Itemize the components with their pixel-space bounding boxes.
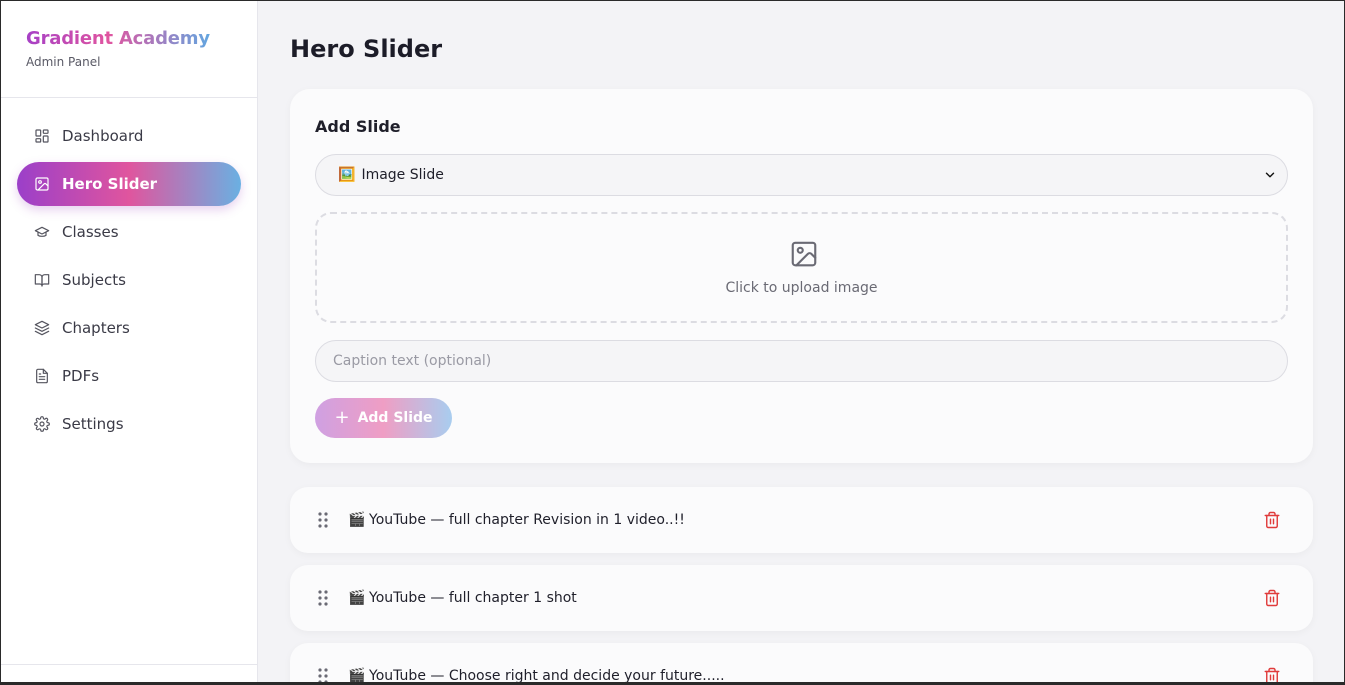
add-slide-button[interactable]: + Add Slide xyxy=(315,398,452,438)
sidebar-item-label: Subjects xyxy=(62,271,126,289)
list-item: 🎬 YouTube — full chapter Revision in 1 v… xyxy=(290,487,1313,553)
sidebar-item-label: Hero Slider xyxy=(62,175,158,193)
sidebar-item-classes[interactable]: Classes xyxy=(17,210,241,254)
drag-handle-icon[interactable] xyxy=(316,589,330,607)
sidebar-footer-divider xyxy=(1,664,257,665)
layers-icon xyxy=(34,320,50,336)
list-item: 🎬 YouTube — full chapter 1 shot xyxy=(290,565,1313,631)
slide-label: YouTube — full chapter Revision in 1 vid… xyxy=(369,512,685,528)
trash-icon[interactable] xyxy=(1263,589,1281,607)
brand-title: Gradient Academy xyxy=(26,28,210,49)
sidebar: Gradient Academy Admin Panel Dashboard H… xyxy=(1,1,258,682)
clapperboard-icon: 🎬 xyxy=(348,668,366,684)
book-open-icon xyxy=(34,272,50,288)
slide-label: YouTube — full chapter 1 shot xyxy=(369,590,577,606)
brand: Gradient Academy Admin Panel xyxy=(1,1,257,98)
sidebar-item-settings[interactable]: Settings xyxy=(17,402,241,446)
image-icon xyxy=(34,176,50,192)
sidebar-item-subjects[interactable]: Subjects xyxy=(17,258,241,302)
page-title: Hero Slider xyxy=(290,35,443,63)
slide-type-value: Image Slide xyxy=(361,167,444,183)
main-content: Hero Slider Add Slide 🖼️ Image Slide Cli… xyxy=(258,1,1344,684)
list-item: 🎬 YouTube — Choose right and decide your… xyxy=(290,643,1313,684)
trash-icon[interactable] xyxy=(1263,511,1281,529)
clapperboard-icon: 🎬 xyxy=(348,590,366,606)
sidebar-item-label: Dashboard xyxy=(62,127,144,145)
image-upload-icon xyxy=(789,239,819,269)
sidebar-item-pdfs[interactable]: PDFs xyxy=(17,354,241,398)
trash-icon[interactable] xyxy=(1263,667,1281,682)
clapperboard-icon: 🎬 xyxy=(348,512,366,528)
graduation-cap-icon xyxy=(34,224,50,240)
slide-type-select[interactable]: 🖼️ Image Slide xyxy=(315,154,1288,196)
file-text-icon xyxy=(34,368,50,384)
dashboard-icon xyxy=(34,128,50,144)
sidebar-item-label: PDFs xyxy=(62,367,100,385)
sidebar-item-label: Classes xyxy=(62,223,119,241)
drag-handle-icon[interactable] xyxy=(316,511,330,529)
image-upload-dropzone[interactable]: Click to upload image xyxy=(315,212,1288,323)
picture-icon: 🖼️ xyxy=(338,167,356,183)
add-slide-button-label: Add Slide xyxy=(357,410,433,426)
sidebar-nav: Dashboard Hero Slider Classes Subjects C… xyxy=(1,98,257,446)
sidebar-item-dashboard[interactable]: Dashboard xyxy=(17,114,241,158)
sidebar-item-label: Settings xyxy=(62,415,124,433)
add-slide-card: Add Slide 🖼️ Image Slide Click to upload… xyxy=(290,89,1313,463)
upload-hint: Click to upload image xyxy=(725,280,878,296)
drag-handle-icon[interactable] xyxy=(316,667,330,682)
brand-subtitle: Admin Panel xyxy=(26,55,101,69)
gear-icon xyxy=(34,416,50,432)
plus-icon: + xyxy=(334,407,350,428)
slide-label: YouTube — Choose right and decide your f… xyxy=(369,668,725,684)
app-window: Gradient Academy Admin Panel Dashboard H… xyxy=(0,0,1345,685)
caption-input[interactable] xyxy=(315,340,1288,382)
chevron-down-icon xyxy=(1263,168,1277,182)
add-slide-title: Add Slide xyxy=(315,117,401,136)
sidebar-item-hero-slider[interactable]: Hero Slider xyxy=(17,162,241,206)
sidebar-item-label: Chapters xyxy=(62,319,130,337)
sidebar-item-chapters[interactable]: Chapters xyxy=(17,306,241,350)
